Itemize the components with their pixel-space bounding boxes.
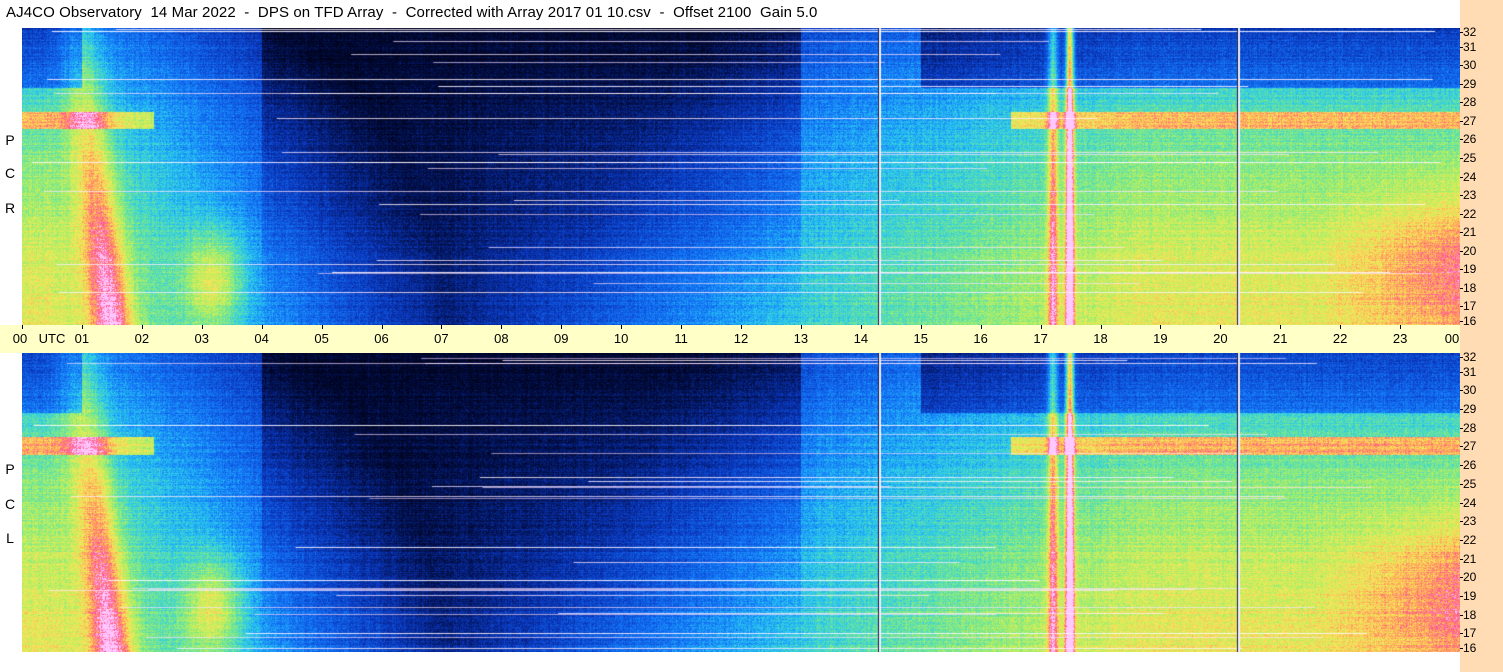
lcp-freq-tick: 26 — [1460, 459, 1499, 471]
time-tick-label: 04 — [254, 331, 269, 346]
time-tick-label: 03 — [194, 331, 209, 346]
time-tick-mark — [1340, 325, 1342, 329]
time-tick-mark — [201, 325, 203, 329]
rcp-freq-tick: 17 — [1460, 300, 1499, 312]
time-tick-mark — [1100, 325, 1102, 329]
time-tick-label: 00 — [1444, 331, 1460, 346]
time-tick-mark — [1280, 325, 1282, 329]
rcp-freq-tick: 19 — [1460, 263, 1499, 275]
rcp-freq-tick: 18 — [1460, 282, 1499, 294]
time-tick-mark — [1400, 325, 1402, 329]
lcp-freq-tick: 25 — [1460, 478, 1499, 490]
rcp-freq-tick: 31 — [1460, 41, 1499, 53]
lcp-freq-tick: 27 — [1460, 440, 1499, 452]
time-tick-mark — [980, 325, 982, 329]
time-tick-label: 12 — [733, 331, 749, 346]
lcp-freq-tick: 30 — [1460, 384, 1499, 396]
rcp-freq-tick: 20 — [1460, 245, 1499, 257]
lcp-spectrogram — [22, 353, 1460, 652]
time-tick-mark — [561, 325, 563, 329]
time-tick-label: 23 — [1392, 331, 1408, 346]
rcp-freq-tick: 16 — [1460, 315, 1499, 327]
time-tick-label: 02 — [134, 331, 150, 346]
time-tick-label: 14 — [853, 331, 869, 346]
time-tick-mark — [22, 325, 23, 329]
lcp-freq-tick: 23 — [1460, 515, 1499, 527]
bottom-pol-letter-1: L — [6, 530, 14, 546]
time-tick-label: 00 — [12, 331, 28, 346]
utc-label: UTC — [38, 331, 66, 346]
lcp-freq-tick: 31 — [1460, 366, 1499, 378]
time-tick-label: 07 — [434, 331, 449, 346]
time-tick-label: 13 — [793, 331, 809, 346]
time-tick-label: 01 — [74, 331, 90, 346]
time-tick-label: 08 — [494, 331, 509, 346]
time-tick-label: 21 — [1273, 331, 1288, 346]
rcp-freq-tick: 30 — [1460, 59, 1499, 71]
rcp-spectrogram — [22, 28, 1460, 325]
rcp-freq-tick: 27 — [1460, 115, 1499, 127]
time-tick-mark — [741, 325, 742, 329]
utc-time-axis: 00 01 02 03 04 05 06 07 08 09 10 11 12 13 14 15 16 17 18 19… — [0, 325, 1487, 353]
time-tick-mark — [261, 325, 263, 329]
time-tick-label: 22 — [1332, 331, 1348, 346]
bottom-pol-letter-2: C — [4, 496, 16, 512]
time-tick-label: 06 — [374, 331, 389, 346]
time-tick-label: 05 — [314, 331, 329, 346]
lcp-freq-tick: 19 — [1460, 590, 1499, 602]
time-tick-label: 20 — [1213, 331, 1228, 346]
lcp-freq-tick: 17 — [1460, 627, 1499, 639]
time-tick-mark — [621, 325, 623, 329]
rcp-freq-tick: 22 — [1460, 208, 1499, 220]
bottom-pol-letter-3: P — [5, 461, 15, 477]
time-tick-mark — [501, 325, 503, 329]
lcp-freq-tick: 22 — [1460, 534, 1499, 546]
lcp-freq-tick: 20 — [1460, 571, 1499, 583]
time-tick-mark — [1040, 325, 1042, 329]
time-tick-mark — [800, 325, 802, 329]
time-tick-mark — [920, 325, 922, 329]
time-tick-label: 19 — [1153, 331, 1168, 346]
time-tick-mark — [141, 325, 143, 329]
time-tick-mark — [81, 325, 83, 329]
time-tick-label: 15 — [913, 331, 928, 346]
lcp-freq-tick: 16 — [1460, 642, 1499, 654]
rcp-spectrogram-image — [22, 28, 1460, 325]
time-tick-mark — [1220, 325, 1222, 329]
lcp-freq-tick: 21 — [1460, 553, 1499, 565]
time-tick-mark — [441, 325, 443, 329]
rcp-freq-tick: 28 — [1460, 96, 1499, 108]
rcp-freq-tick: 29 — [1460, 78, 1499, 90]
time-tick-mark — [321, 325, 323, 329]
rcp-freq-tick: 24 — [1460, 171, 1499, 183]
time-tick-mark — [1160, 325, 1162, 329]
rcp-freq-tick: 25 — [1460, 152, 1499, 164]
time-tick-mark — [860, 325, 862, 329]
time-tick-label: 11 — [674, 331, 688, 346]
time-tick-mark — [381, 325, 383, 329]
lcp-spectrogram-image — [22, 353, 1460, 652]
time-tick-label: 18 — [1093, 331, 1108, 346]
lcp-freq-tick: 28 — [1460, 422, 1499, 434]
rcp-freq-tick: 26 — [1460, 133, 1499, 145]
lcp-freq-tick: 18 — [1460, 609, 1499, 621]
chart-title: AJ4CO Observatory 14 Mar 2022 - DPS on T… — [6, 4, 818, 21]
top-pol-letter-1: R — [4, 200, 16, 216]
rcp-freq-tick: 23 — [1460, 189, 1499, 201]
lcp-freq-tick: 32 — [1460, 351, 1499, 363]
time-tick-label: 09 — [554, 331, 569, 346]
time-tick-label: 10 — [613, 331, 629, 346]
time-tick-mark — [681, 325, 683, 329]
top-pol-letter-3: P — [5, 132, 15, 148]
rcp-freq-tick: 32 — [1460, 26, 1499, 38]
lcp-freq-tick: 24 — [1460, 497, 1499, 509]
time-tick-label: 17 — [1033, 331, 1048, 346]
lcp-freq-tick: 29 — [1460, 403, 1499, 415]
rcp-freq-tick: 21 — [1460, 226, 1499, 238]
top-pol-letter-2: C — [4, 165, 16, 181]
time-tick-label: 16 — [973, 331, 988, 346]
